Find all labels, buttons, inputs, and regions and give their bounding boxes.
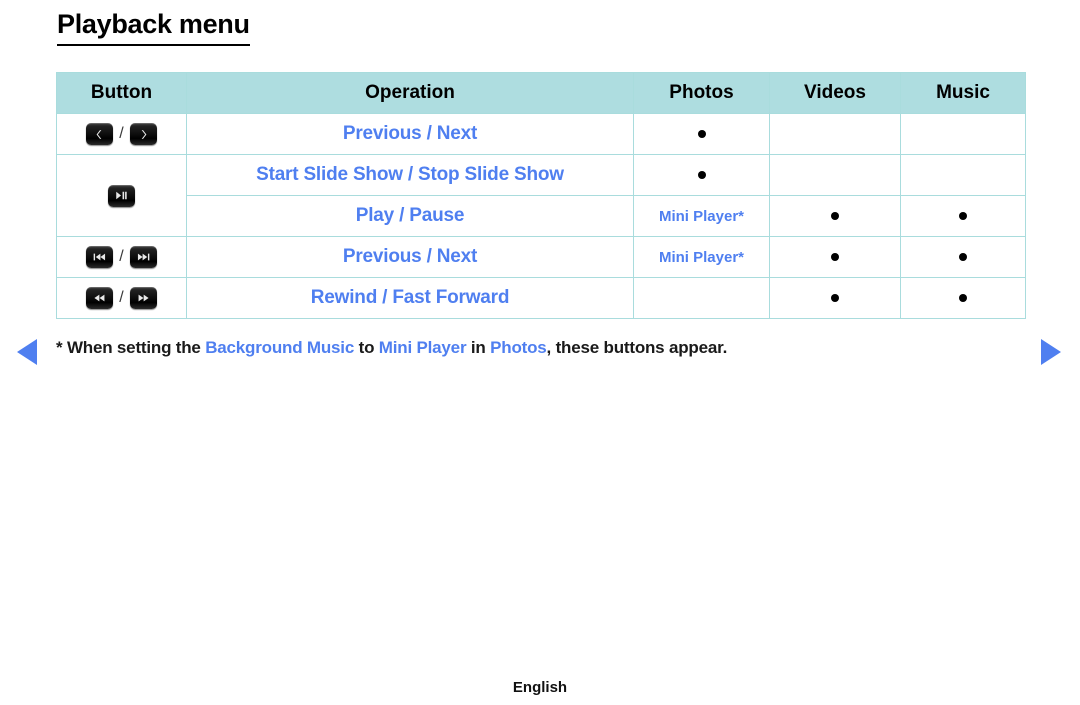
play-pause-icon[interactable] <box>108 184 135 207</box>
prev-page-arrow-icon[interactable] <box>17 339 37 365</box>
music-cell <box>900 236 1026 278</box>
chevron-right-icon[interactable] <box>129 123 157 145</box>
support-dot <box>831 293 839 302</box>
support-dot <box>959 211 967 220</box>
support-dot <box>831 211 839 220</box>
column-header-operation: Operation <box>186 72 634 114</box>
support-dot <box>697 129 706 138</box>
button-cell <box>56 154 187 237</box>
table-row: Start Slide Show / Stop Slide Show <box>56 154 1026 237</box>
table-row: / Previous / Next Mini Player* <box>56 236 1026 278</box>
photos-cell: Mini Player* <box>633 236 770 278</box>
key-separator: / <box>119 125 124 142</box>
support-dot <box>959 252 967 261</box>
footnote-row: * When setting the Background Music to M… <box>0 336 1080 366</box>
photos-cell <box>633 154 770 196</box>
footnote-text: * When setting the Background Music to M… <box>56 338 727 358</box>
videos-cell <box>769 195 901 237</box>
chevron-left-icon[interactable] <box>86 123 114 145</box>
button-cell: / <box>56 277 187 319</box>
videos-cell <box>769 277 901 319</box>
music-cell <box>900 277 1026 319</box>
button-cell: / <box>56 236 187 278</box>
next-page-arrow-icon[interactable] <box>1041 339 1061 365</box>
rewind-icon[interactable] <box>86 287 114 309</box>
button-cell: / <box>56 113 187 155</box>
table-header-row: Button Operation Photos Videos Music <box>56 72 1026 114</box>
footnote-term-mini-player: Mini Player <box>378 338 467 357</box>
skip-previous-icon[interactable] <box>86 246 114 268</box>
footnote-suffix: , these buttons appear. <box>546 338 728 357</box>
footnote-mid-1: to <box>354 338 379 357</box>
music-cell <box>900 195 1026 237</box>
videos-cell <box>769 236 901 278</box>
operation-cell: Previous / Next <box>186 236 634 278</box>
page-title: Playback menu <box>57 8 250 47</box>
videos-cell <box>769 113 901 155</box>
column-header-videos: Videos <box>769 72 901 114</box>
column-header-button: Button <box>56 72 187 114</box>
column-header-music: Music <box>900 72 1026 114</box>
music-cell <box>900 113 1026 155</box>
videos-cell <box>769 154 901 196</box>
footnote-term-background-music: Background Music <box>205 338 355 357</box>
key-group: / <box>57 123 186 145</box>
key-group: / <box>57 246 186 268</box>
music-cell <box>900 154 1026 196</box>
operation-cell: Previous / Next <box>186 113 634 155</box>
footnote-mid-2: in <box>466 338 491 357</box>
photos-cell <box>633 277 770 319</box>
support-dot <box>959 293 967 302</box>
operation-cell: Rewind / Fast Forward <box>186 277 634 319</box>
skip-next-icon[interactable] <box>129 246 157 268</box>
fast-forward-icon[interactable] <box>129 287 157 309</box>
table-row: / Rewind / Fast Forward <box>56 277 1026 319</box>
footer-language-label: English <box>512 679 568 696</box>
table-row: Play / Pause Mini Player* <box>57 195 1026 237</box>
operation-cell: Start Slide Show / Stop Slide Show <box>186 154 634 196</box>
support-dot <box>831 252 839 261</box>
footnote-term-photos: Photos <box>490 338 547 357</box>
footnote-prefix: * When setting the <box>56 338 206 357</box>
key-group <box>57 184 186 207</box>
table-row: / Previous / Next <box>56 113 1026 155</box>
key-group: / <box>57 287 186 309</box>
playback-menu-table: Button Operation Photos Videos Music / P… <box>56 72 1026 319</box>
column-header-photos: Photos <box>633 72 770 114</box>
operation-cell: Play / Pause <box>186 195 634 237</box>
key-separator: / <box>119 289 124 306</box>
photos-cell <box>633 113 770 155</box>
key-separator: / <box>119 248 124 265</box>
photos-cell: Mini Player* <box>633 195 770 237</box>
support-dot <box>697 170 706 179</box>
